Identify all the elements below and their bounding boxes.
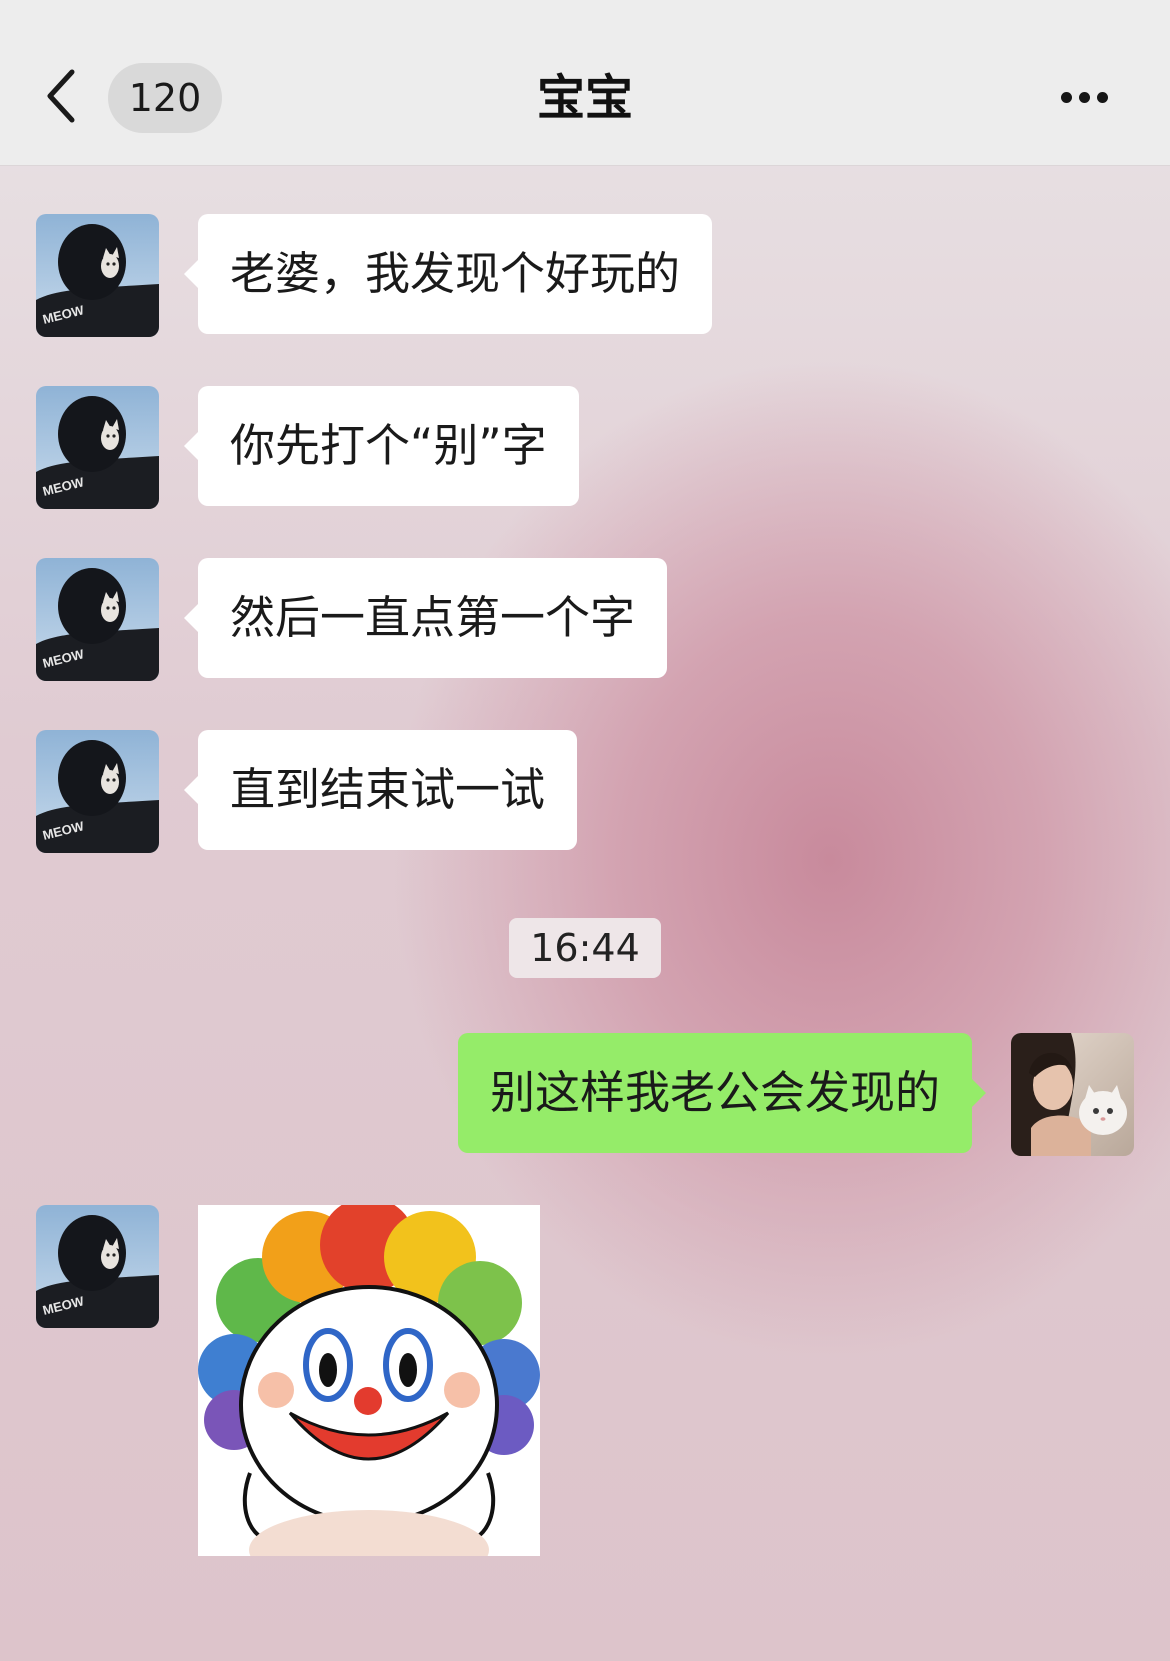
unread-count-badge[interactable]: 120 bbox=[108, 63, 222, 133]
message-timestamp: 16:44 bbox=[509, 918, 661, 978]
clown-sticker bbox=[198, 1205, 540, 1556]
my-avatar[interactable] bbox=[1011, 1033, 1134, 1156]
contact-avatar[interactable]: MEOW bbox=[36, 214, 159, 337]
contact-avatar[interactable]: MEOW bbox=[36, 558, 159, 681]
person-with-cat-avatar: MEOW bbox=[36, 1205, 159, 1328]
contact-avatar[interactable]: MEOW bbox=[36, 386, 159, 509]
message-bubble-received[interactable]: 然后一直点第一个字 bbox=[183, 558, 668, 678]
chat-title: 宝宝 bbox=[536, 70, 633, 126]
message-bubble-received[interactable]: 你先打个“别”字 bbox=[184, 386, 579, 506]
person-with-cat-avatar: MEOW bbox=[36, 730, 159, 853]
person-with-cat-avatar: MEOW bbox=[36, 214, 159, 337]
woman-with-white-cat-avatar bbox=[1011, 1033, 1134, 1156]
message-bubble-sent[interactable]: 别这样我老公会发现的 bbox=[457, 1033, 987, 1153]
nav-bar: 120 宝宝 bbox=[0, 0, 1170, 166]
message-bubble-received[interactable]: 直到结束试一试 bbox=[183, 730, 578, 850]
contact-avatar[interactable]: MEOW bbox=[36, 1205, 159, 1328]
message-bubble-received[interactable]: 老婆，我发现个好玩的 bbox=[183, 214, 713, 334]
more-button[interactable] bbox=[1055, 89, 1115, 109]
chevron-left-icon bbox=[47, 69, 75, 123]
contact-avatar[interactable]: MEOW bbox=[36, 730, 159, 853]
person-with-cat-avatar: MEOW bbox=[36, 558, 159, 681]
sticker-message[interactable] bbox=[198, 1205, 540, 1556]
back-button[interactable] bbox=[40, 66, 90, 126]
person-with-cat-avatar: MEOW bbox=[36, 386, 159, 509]
